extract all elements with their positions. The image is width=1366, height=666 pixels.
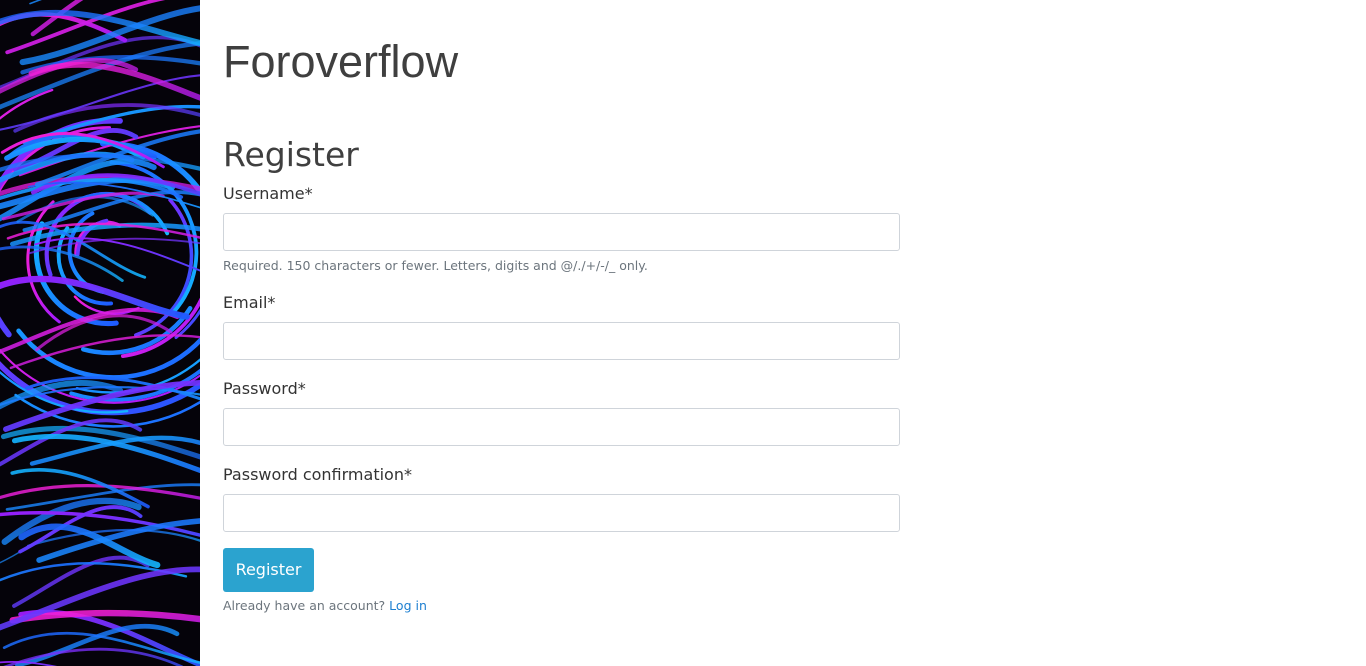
abstract-swirl-image (0, 0, 200, 666)
form-title: Register (223, 135, 359, 174)
email-input[interactable] (223, 322, 900, 360)
email-label: Email* (223, 293, 276, 312)
password-label: Password* (223, 379, 306, 398)
artwork-stroke (5, 0, 166, 55)
site-title: Foroverflow (223, 36, 459, 87)
decorative-feather-artwork (0, 0, 200, 666)
username-help-text: Required. 150 characters or fewer. Lette… (223, 258, 648, 273)
artwork-stroke (0, 275, 190, 320)
password-input[interactable] (223, 408, 900, 446)
password-confirmation-input[interactable] (223, 494, 900, 532)
artwork-stroke (29, 0, 42, 5)
username-label: Username* (223, 184, 313, 203)
artwork-stroke (0, 418, 143, 467)
login-prompt-text: Already have an account? (223, 598, 386, 613)
login-prompt: Already have an account? Log in (223, 598, 427, 614)
username-input[interactable] (223, 213, 900, 251)
login-link[interactable]: Log in (389, 598, 427, 613)
artwork-stroke (28, 62, 200, 101)
register-button[interactable]: Register (223, 548, 314, 592)
password-confirmation-label: Password confirmation* (223, 465, 412, 484)
